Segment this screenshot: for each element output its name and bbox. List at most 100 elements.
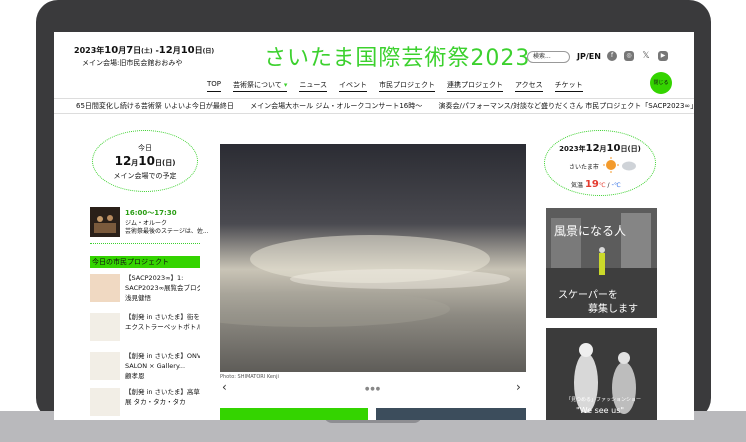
project-text: 【創発 in さいたま】街をかざるエクストラーペットボトルの灯... bbox=[125, 312, 200, 332]
nav-access[interactable]: アクセス bbox=[514, 80, 543, 92]
nav-tickets[interactable]: チケット bbox=[554, 80, 583, 92]
nav-events[interactable]: イベント bbox=[338, 80, 367, 92]
today-dow: (日) bbox=[162, 159, 176, 167]
weather-month: 12 bbox=[585, 143, 600, 154]
temp-low-unit: ℃ bbox=[613, 182, 621, 189]
news-card-image[interactable] bbox=[376, 408, 526, 420]
event-time-text: 16:00〜17:30 bbox=[125, 209, 177, 217]
nav-top[interactable]: TOP bbox=[207, 80, 222, 92]
instagram-icon[interactable]: ◎ bbox=[624, 51, 634, 61]
event-desc: 芸術祭最後のステージは、佐... bbox=[125, 228, 209, 235]
date-start-month: 10 bbox=[104, 45, 119, 56]
banner-title: "We see us" bbox=[576, 406, 625, 415]
menu-close-button[interactable]: 閉じる bbox=[650, 72, 672, 94]
event-time: 16:00〜17:30 bbox=[125, 208, 177, 218]
venue-text: メイン会場:旧市民会館おおみや bbox=[82, 59, 183, 67]
search-input[interactable]: 検索... bbox=[527, 51, 570, 63]
nav-partner-projects[interactable]: 連携プロジェクト bbox=[446, 80, 503, 92]
weather-date: 2023年12月10日(日) bbox=[545, 143, 655, 154]
project-text: 【創発 in さいたま】高草木裕子展 タカ・タカ・タカ bbox=[125, 387, 200, 407]
fashion-show-banner[interactable]: 「見つめる」ファッションショー "We see us" bbox=[546, 328, 657, 420]
today-date: 12月10日(日) bbox=[93, 154, 197, 168]
slide-prev-button[interactable]: ‹ bbox=[222, 380, 227, 394]
today-badge: 今日 12月10日(日) メイン会場での予定 bbox=[92, 130, 198, 192]
banner-subtitle: 「見つめる」ファッションショー bbox=[566, 397, 642, 403]
ticker-item[interactable]: 65日間変化し続ける芸術祭 いよいよ今日が最終日 bbox=[76, 102, 234, 110]
facebook-icon[interactable]: f bbox=[607, 51, 617, 61]
weather-day: 10 bbox=[606, 143, 621, 154]
project-title: 【創発 in さいたま】街をかざる bbox=[125, 313, 200, 321]
browser-viewport: 2023年10月7日(土) -12月10日(日) メイン会場:旧市民会館おおみや… bbox=[54, 32, 694, 420]
festival-dates: 2023年10月7日(土) -12月10日(日) bbox=[74, 45, 214, 56]
slide-pagination[interactable]: ●●● bbox=[365, 386, 381, 392]
today-label: 今日 bbox=[138, 144, 152, 152]
weather-month-unit: 月 bbox=[599, 145, 607, 153]
project-subtitle: SACP2023∞展覧会ブログ... bbox=[125, 284, 200, 292]
site-logo[interactable]: さいたま国際芸術祭2023 bbox=[264, 40, 530, 72]
list-item[interactable]: 【SACP2023∞】1: SACP2023∞展覧会ブログ... 浅見健悟 bbox=[90, 272, 200, 306]
project-thumbnail bbox=[90, 352, 120, 380]
ticker-item[interactable]: 演奏会/パフォーマンス/対談など盛りだくさん 市民プロジェクト「SACP2023… bbox=[438, 102, 694, 110]
project-text: 【創発 in さいたま】ONVO SALON × Gallery... 顧孝恩 bbox=[125, 351, 200, 381]
temp-high-unit: ℃ bbox=[598, 182, 606, 189]
project-title: 【創発 in さいたま】高草木裕子 bbox=[125, 388, 200, 396]
nav-news[interactable]: ニュース bbox=[299, 80, 327, 92]
hero-slideshow[interactable] bbox=[220, 144, 526, 372]
project-text: 【SACP2023∞】1: SACP2023∞展覧会ブログ... 浅見健悟 bbox=[125, 273, 200, 303]
list-item[interactable]: 【創発 in さいたま】街をかざるエクストラーペットボトルの灯... bbox=[90, 311, 200, 345]
slide-next-button[interactable]: › bbox=[516, 380, 521, 394]
sun-cloud-icon bbox=[603, 157, 636, 173]
event-thumbnail bbox=[90, 207, 120, 237]
project-subtitle: SALON × Gallery... bbox=[125, 362, 186, 370]
youtube-icon[interactable]: ▶ bbox=[658, 51, 668, 61]
date-start-dow: (土) bbox=[141, 48, 153, 55]
x-icon[interactable]: 𝕏 bbox=[641, 51, 651, 61]
today-month: 12 bbox=[114, 154, 132, 168]
news-ticker: 65日間変化し続ける芸術祭 いよいよ今日が最終日 メイン会場大ホール ジム・オル… bbox=[54, 98, 694, 114]
photo-credit: Photo: SHIMATORI Kenji bbox=[220, 374, 279, 380]
temp-high: 19 bbox=[584, 179, 599, 190]
list-item[interactable]: 【創発 in さいたま】高草木裕子展 タカ・タカ・タカ bbox=[90, 386, 200, 420]
project-subtitle: 展 タカ・タカ・タカ bbox=[125, 398, 186, 406]
today-day: 10 bbox=[138, 154, 155, 168]
today-day-unit: 日 bbox=[155, 159, 162, 167]
date-start-day-unit: 日 bbox=[133, 46, 142, 55]
date-end-day: 10 bbox=[180, 45, 195, 56]
banner-title: 風景になる人 bbox=[554, 224, 627, 238]
date-end-month-unit: 月 bbox=[172, 46, 181, 55]
project-thumbnail bbox=[90, 274, 120, 302]
today-schedule-label: メイン会場での予定 bbox=[113, 172, 177, 180]
citizen-projects-heading: 今日の市民プロジェクト bbox=[90, 256, 200, 268]
project-title: 【創発 in さいたま】ONVO bbox=[125, 352, 200, 360]
banner-line3: 募集します bbox=[588, 304, 638, 315]
weather-year: 2023年 bbox=[559, 145, 586, 153]
global-nav: TOP 芸術祭について ▾ ニュース イベント 市民プロジェクト 連携プロジェクト… bbox=[207, 80, 595, 92]
date-end-month: 12 bbox=[158, 45, 173, 56]
dotted-divider bbox=[90, 243, 200, 244]
date-start-month-unit: 月 bbox=[118, 46, 127, 55]
project-author: 顧孝恩 bbox=[125, 372, 145, 380]
weather-city: さいたま市 bbox=[569, 164, 599, 171]
weather-badge: 2023年12月10日(日) さいたま市 気温 19℃ / -℃ bbox=[544, 130, 656, 196]
chevron-down-icon: ▾ bbox=[283, 81, 288, 89]
weather-dow: (日) bbox=[627, 145, 641, 153]
list-item[interactable]: 【創発 in さいたま】ONVO SALON × Gallery... 顧孝恩 bbox=[90, 350, 200, 384]
ticker-item[interactable]: メイン会場大ホール ジム・オルークコンサート16時〜 bbox=[250, 102, 422, 110]
weather-temp: 気温 19℃ / -℃ bbox=[571, 179, 621, 190]
scaper-recruit-banner[interactable]: 風景になる人 スケーパーを 募集します bbox=[546, 208, 657, 318]
event-photo bbox=[90, 207, 120, 237]
date-end-day-unit: 日 bbox=[194, 46, 203, 55]
nav-citizen-projects[interactable]: 市民プロジェクト bbox=[378, 80, 435, 92]
cloud-icon bbox=[622, 161, 636, 171]
project-title: 【SACP2023∞】1: bbox=[125, 274, 184, 282]
temp-label: 気温 bbox=[571, 182, 584, 189]
language-switch[interactable]: JP/EN bbox=[577, 52, 601, 61]
nav-about-label: 芸術祭について bbox=[233, 81, 282, 89]
date-year: 2023年 bbox=[74, 46, 105, 55]
project-thumbnail bbox=[90, 388, 120, 416]
news-card-header[interactable] bbox=[220, 408, 368, 420]
project-subtitle: エクストラーペットボトルの灯... bbox=[125, 323, 200, 331]
nav-about[interactable]: 芸術祭について ▾ bbox=[233, 80, 288, 92]
sun-icon bbox=[606, 160, 616, 170]
project-author: 浅見健悟 bbox=[125, 294, 151, 302]
